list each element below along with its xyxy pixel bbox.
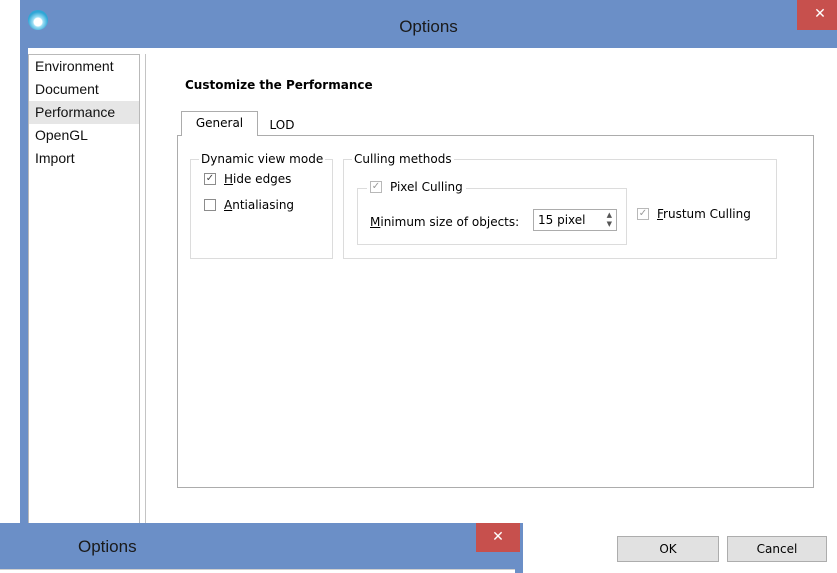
close-button[interactable]: ✕ bbox=[797, 0, 837, 30]
hide-edges-checkbox[interactable]: ✓ Hide edges bbox=[204, 172, 291, 186]
ok-button[interactable]: OK bbox=[617, 536, 719, 562]
nav-item-import[interactable]: Import bbox=[29, 147, 139, 170]
cancel-button[interactable]: Cancel bbox=[727, 536, 827, 562]
tab-lod[interactable]: LOD bbox=[258, 115, 306, 136]
frustum-culling-box[interactable]: ✓ bbox=[637, 208, 649, 220]
pixel-culling-label: Pixel Culling bbox=[390, 180, 463, 194]
antialiasing-box[interactable] bbox=[204, 199, 216, 211]
hide-edges-label: Hide edges bbox=[224, 172, 292, 186]
nav-item-opengl[interactable]: OpenGL bbox=[29, 124, 139, 147]
page-heading: Customize the Performance bbox=[185, 78, 373, 92]
options-window-2: Options ✕ bbox=[0, 523, 523, 573]
min-size-spinbox[interactable]: 15 pixel ▲ ▼ bbox=[533, 209, 617, 231]
window2-close-button[interactable]: ✕ bbox=[476, 523, 520, 552]
nav-item-document[interactable]: Document bbox=[29, 78, 139, 101]
window-client: Environment Document Performance OpenGL … bbox=[28, 48, 837, 573]
category-list: Environment Document Performance OpenGL … bbox=[28, 54, 140, 573]
window-title: Options bbox=[399, 17, 458, 36]
options-window: Options ✕ Environment Document Performan… bbox=[20, 0, 837, 573]
pixel-culling-checkbox[interactable]: ✓ Pixel Culling bbox=[367, 180, 466, 194]
spin-arrows-icon[interactable]: ▲ ▼ bbox=[607, 211, 612, 229]
nav-item-performance[interactable]: Performance bbox=[29, 101, 139, 124]
window2-client bbox=[0, 569, 515, 573]
min-size-value[interactable]: 15 pixel bbox=[538, 213, 585, 227]
hide-edges-box[interactable]: ✓ bbox=[204, 173, 216, 185]
min-size-label: Minimum size of objects: bbox=[370, 215, 520, 229]
nav-item-environment[interactable]: Environment bbox=[29, 55, 139, 78]
splitter[interactable] bbox=[145, 54, 146, 573]
pixel-culling-box[interactable]: ✓ bbox=[370, 181, 382, 193]
antialiasing-label: Antialiasing bbox=[224, 198, 295, 212]
window2-title: Options bbox=[78, 537, 137, 556]
tab-general[interactable]: General bbox=[181, 111, 258, 136]
culling-legend: Culling methods bbox=[352, 152, 454, 166]
frustum-culling-label: Frustum Culling bbox=[657, 207, 751, 221]
frustum-culling-checkbox[interactable]: ✓ Frustum Culling bbox=[637, 207, 751, 221]
dynamic-view-legend: Dynamic view mode bbox=[199, 152, 326, 166]
antialiasing-checkbox[interactable]: Antialiasing bbox=[204, 198, 294, 212]
title-bar[interactable]: Options ✕ bbox=[20, 0, 837, 48]
